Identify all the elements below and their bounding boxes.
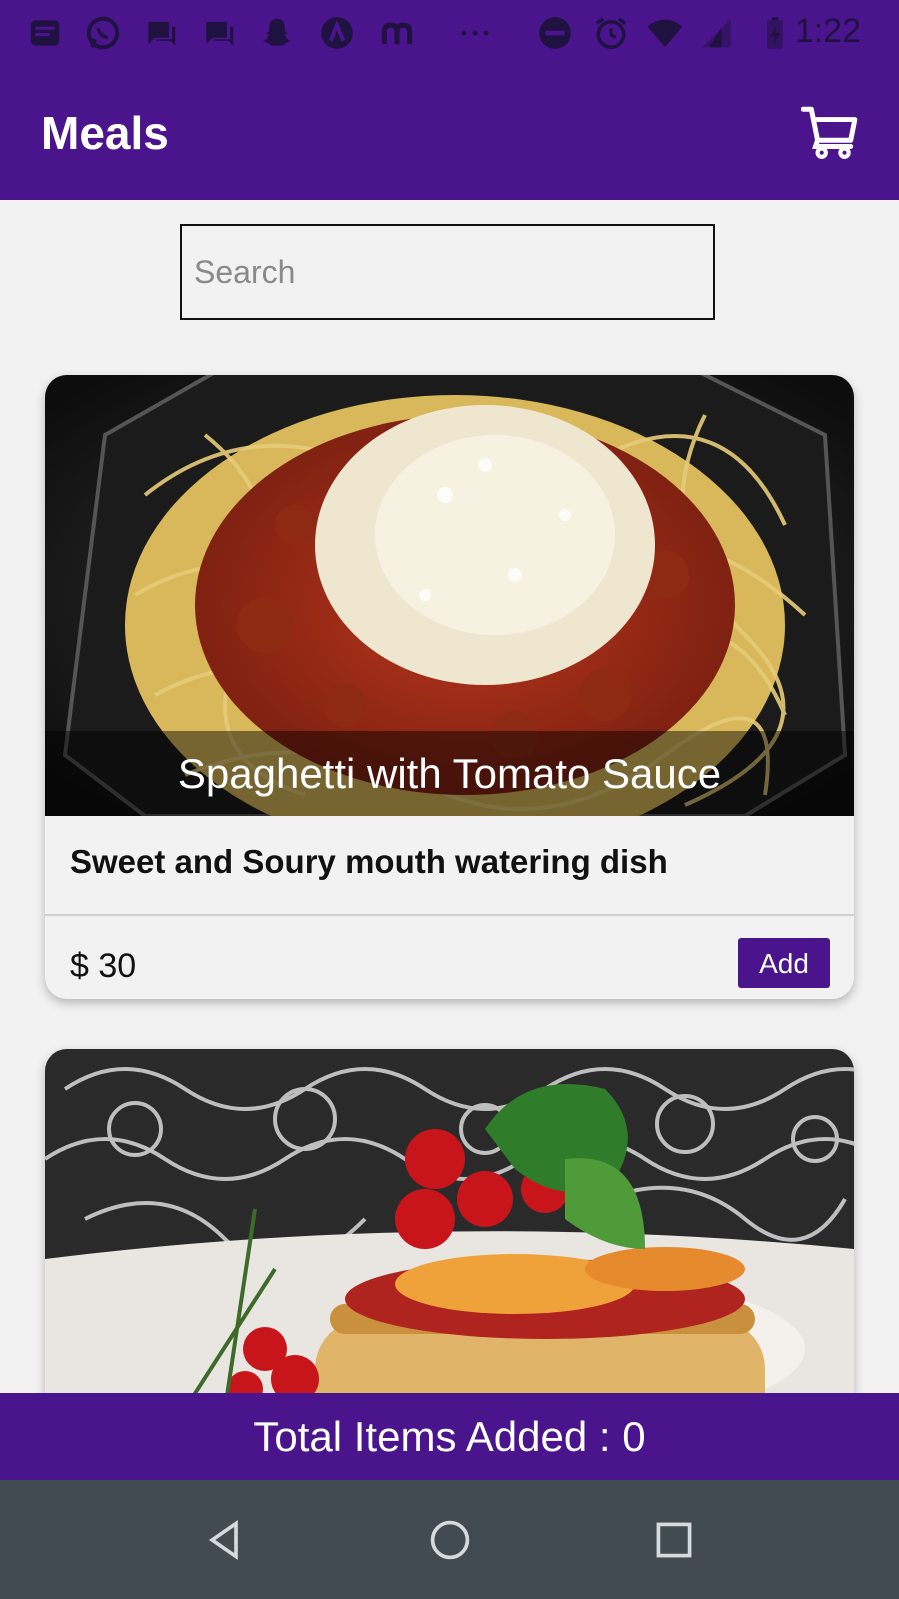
- message-icon: [206, 21, 234, 46]
- meal-title-overlay: Spaghetti with Tomato Sauce: [45, 731, 854, 816]
- message-icon: [148, 21, 176, 46]
- cart-icon[interactable]: [801, 104, 859, 160]
- meal-card: [45, 1049, 854, 1449]
- snapchat-icon: [262, 18, 292, 46]
- total-items-bar: Total Items Added : 0: [0, 1393, 899, 1480]
- app-bar: Meals: [0, 66, 899, 200]
- notification-icon: [30, 20, 60, 46]
- battery-icon: [767, 17, 783, 49]
- recents-icon[interactable]: [652, 1518, 696, 1562]
- meal-description: Sweet and Soury mouth watering dish: [70, 843, 668, 880]
- add-button[interactable]: Add: [738, 938, 830, 988]
- back-icon[interactable]: [203, 1518, 247, 1562]
- wifi-icon: [647, 19, 683, 48]
- app-m-icon: [381, 22, 413, 45]
- whatsapp-icon: [86, 16, 120, 50]
- page-title: Meals: [41, 107, 169, 159]
- app-a-icon: [321, 17, 353, 49]
- search-input[interactable]: [180, 224, 715, 320]
- dnd-icon: [539, 17, 571, 49]
- navigation-bar: [0, 1480, 899, 1599]
- home-icon[interactable]: [428, 1518, 472, 1562]
- meal-title: Spaghetti with Tomato Sauce: [177, 750, 722, 797]
- meal-price: $ 30: [70, 947, 137, 985]
- signal-icon: [702, 18, 731, 48]
- status-bar: 1:22: [0, 0, 899, 66]
- meal-image-pancakes: [45, 1049, 854, 1449]
- meal-card: Spaghetti with Tomato Sauce Sweet and So…: [45, 375, 854, 999]
- status-time: 1:22: [794, 12, 861, 50]
- divider: [45, 914, 854, 916]
- more-icon: [461, 30, 489, 36]
- alarm-icon: [595, 17, 627, 49]
